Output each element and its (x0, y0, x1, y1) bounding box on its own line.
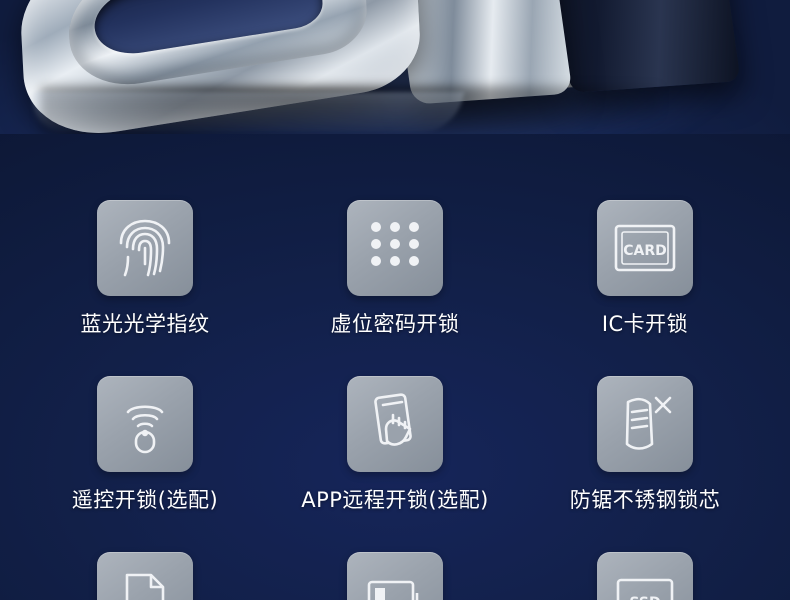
ssd-icon: SSD (616, 578, 674, 600)
anti-saw-lock-core-icon-tile (597, 376, 693, 472)
battery-icon (367, 580, 419, 600)
ssd-icon-text: SSD (629, 595, 660, 600)
feature-label: 蓝光光学指纹 (80, 312, 210, 336)
feature-item-ssd: SSD (520, 552, 770, 600)
feature-item-document (20, 552, 270, 600)
phone-app-icon-tile (347, 376, 443, 472)
feature-row-3: SSD (0, 552, 790, 600)
battery-icon-tile (347, 552, 443, 600)
feature-grid: 蓝光光学指纹 虚位密码开锁 CARD IC卡开锁 遥控开锁(选配) APP远程开… (0, 134, 790, 600)
fingerprint-icon (119, 219, 171, 277)
fingerprint-icon-tile (97, 200, 193, 296)
feature-label: APP远程开锁(选配) (301, 488, 489, 512)
remote-control-icon (126, 405, 164, 454)
feature-item-anti-saw-core: 防锯不锈钢锁芯 (520, 376, 770, 513)
phone-app-icon (374, 393, 412, 446)
anti-saw-lock-core-icon (625, 396, 672, 450)
feature-item-app-remote: APP远程开锁(选配) (270, 376, 520, 513)
feature-item-ic-card: CARD IC卡开锁 (520, 200, 770, 337)
document-icon (125, 573, 165, 600)
keypad-icon (371, 222, 419, 266)
feature-item-fingerprint: 蓝光光学指纹 (20, 200, 270, 337)
keypad-icon-tile (347, 200, 443, 296)
feature-item-keypad: 虚位密码开锁 (270, 200, 520, 337)
feature-item-remote: 遥控开锁(选配) (20, 376, 270, 513)
ic-card-icon-text: CARD (623, 243, 667, 259)
feature-row-1: 蓝光光学指纹 虚位密码开锁 CARD IC卡开锁 (0, 200, 790, 337)
ic-card-icon: CARD (614, 224, 676, 272)
document-icon-tile (97, 552, 193, 600)
hero-product-image (0, 0, 790, 134)
ssd-icon-tile: SSD (597, 552, 693, 600)
feature-label: 防锯不锈钢锁芯 (569, 488, 721, 512)
lock-panel-dark (541, 0, 741, 93)
feature-label: 虚位密码开锁 (330, 312, 460, 336)
hero-reflection (25, 92, 465, 132)
product-feature-page: 蓝光光学指纹 虚位密码开锁 CARD IC卡开锁 遥控开锁(选配) APP远程开… (0, 0, 790, 600)
feature-row-2: 遥控开锁(选配) APP远程开锁(选配) 防锯不锈钢锁芯 (0, 376, 790, 513)
feature-label: 遥控开锁(选配) (71, 488, 219, 512)
feature-label: IC卡开锁 (601, 312, 689, 336)
feature-item-battery (270, 552, 520, 600)
remote-control-icon-tile (97, 376, 193, 472)
ic-card-icon-tile: CARD (597, 200, 693, 296)
